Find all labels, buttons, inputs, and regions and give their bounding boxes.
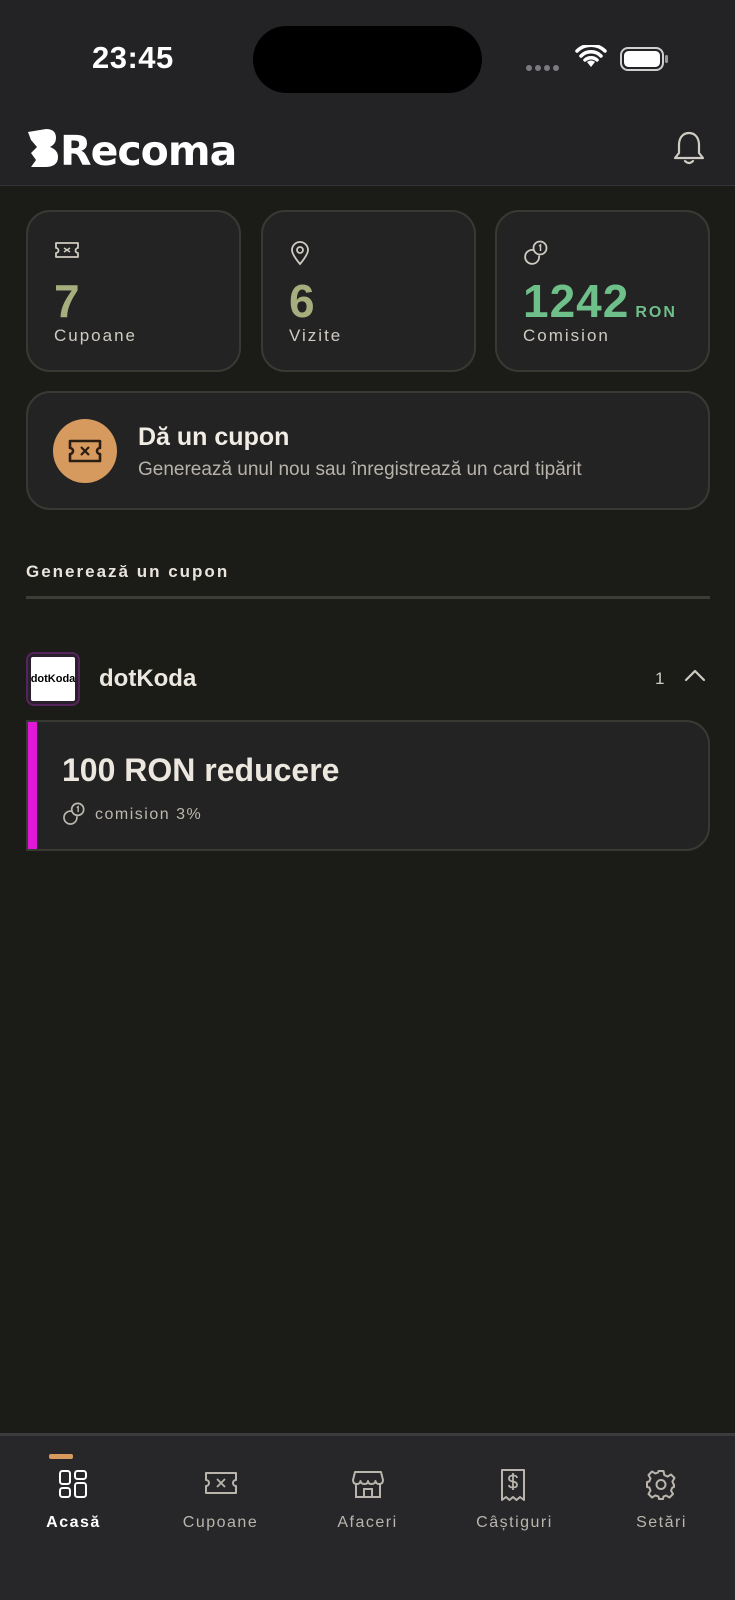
store-icon: [352, 1471, 384, 1498]
give-coupon-subtitle: Generează unul nou sau înregistrează un …: [138, 459, 582, 480]
tab-businesses[interactable]: Afaceri: [294, 1436, 441, 1556]
visits-count: 6: [289, 275, 316, 327]
commission-amount: 1242 RON: [523, 274, 677, 328]
coupons-label: Cupoane: [54, 326, 138, 345]
tab-settings-label: Setări: [636, 1514, 687, 1531]
ticket-icon: [68, 439, 102, 463]
coins-icon: [524, 240, 548, 265]
status-time: 23:45: [92, 40, 174, 75]
tab-earnings-label: Câștiguri: [476, 1514, 553, 1531]
bell-icon[interactable]: [673, 130, 705, 166]
give-coupon-icon-badge: [53, 419, 117, 483]
dynamic-island: [253, 26, 482, 93]
bottom-tab-bar: Acasă Cupoane Afaceri Câștiguri Setări: [0, 1433, 735, 1600]
give-coupon-title: Dă un cupon: [138, 423, 290, 451]
cellular-signal-icon: [526, 65, 559, 71]
commission-unit: RON: [635, 304, 677, 321]
receipt-icon: [501, 1469, 525, 1501]
commission-value: 1242: [523, 275, 630, 327]
business-coupon-count: 1: [655, 669, 665, 688]
coins-icon: [63, 802, 85, 825]
business-name[interactable]: dotKoda: [99, 665, 196, 693]
stat-card-visits[interactable]: 6 Vizite: [261, 210, 476, 372]
grid-icon: [59, 1470, 87, 1498]
gear-icon: [646, 1470, 676, 1500]
commission-label: Comision: [523, 326, 610, 345]
recoma-logo: Recoma: [28, 126, 288, 175]
battery-icon: [620, 47, 668, 71]
business-logo: dotKoda: [26, 652, 80, 706]
stat-card-commission[interactable]: 1242 RON Comision: [495, 210, 710, 372]
ticket-icon: [55, 242, 79, 258]
coupon-accent-bar: [28, 722, 37, 849]
coupons-count: 7: [54, 275, 81, 327]
ticket-icon: [205, 1472, 237, 1494]
business-logo-text: dotKoda: [31, 657, 75, 701]
coupon-title: 100 RON reducere: [62, 752, 340, 788]
visits-label: Vizite: [289, 326, 343, 345]
section-divider: [26, 596, 710, 599]
section-title: Generează un cupon: [26, 562, 230, 581]
stat-card-coupons[interactable]: 7 Cupoane: [26, 210, 241, 372]
app-header: 23:45 Recoma: [0, 0, 735, 186]
tab-home-label: Acasă: [46, 1514, 101, 1531]
tab-home[interactable]: Acasă: [0, 1436, 147, 1556]
chevron-up-icon[interactable]: [684, 668, 706, 682]
tab-settings[interactable]: Setări: [588, 1436, 735, 1556]
map-pin-icon: [291, 241, 309, 266]
tab-coupons-label: Cupoane: [182, 1514, 259, 1531]
wifi-icon: [575, 45, 607, 67]
active-tab-indicator: [49, 1454, 73, 1459]
tab-businesses-label: Afaceri: [337, 1514, 398, 1531]
tab-earnings[interactable]: Câștiguri: [441, 1436, 588, 1556]
give-coupon-button[interactable]: Dă un cupon Generează unul nou sau înreg…: [26, 391, 710, 510]
logo-wordmark: Recoma: [60, 127, 236, 170]
tab-coupons[interactable]: Cupoane: [147, 1436, 294, 1556]
coupon-commission: comision 3%: [95, 806, 203, 823]
coupon-card[interactable]: 100 RON reducere comision 3%: [26, 720, 710, 851]
